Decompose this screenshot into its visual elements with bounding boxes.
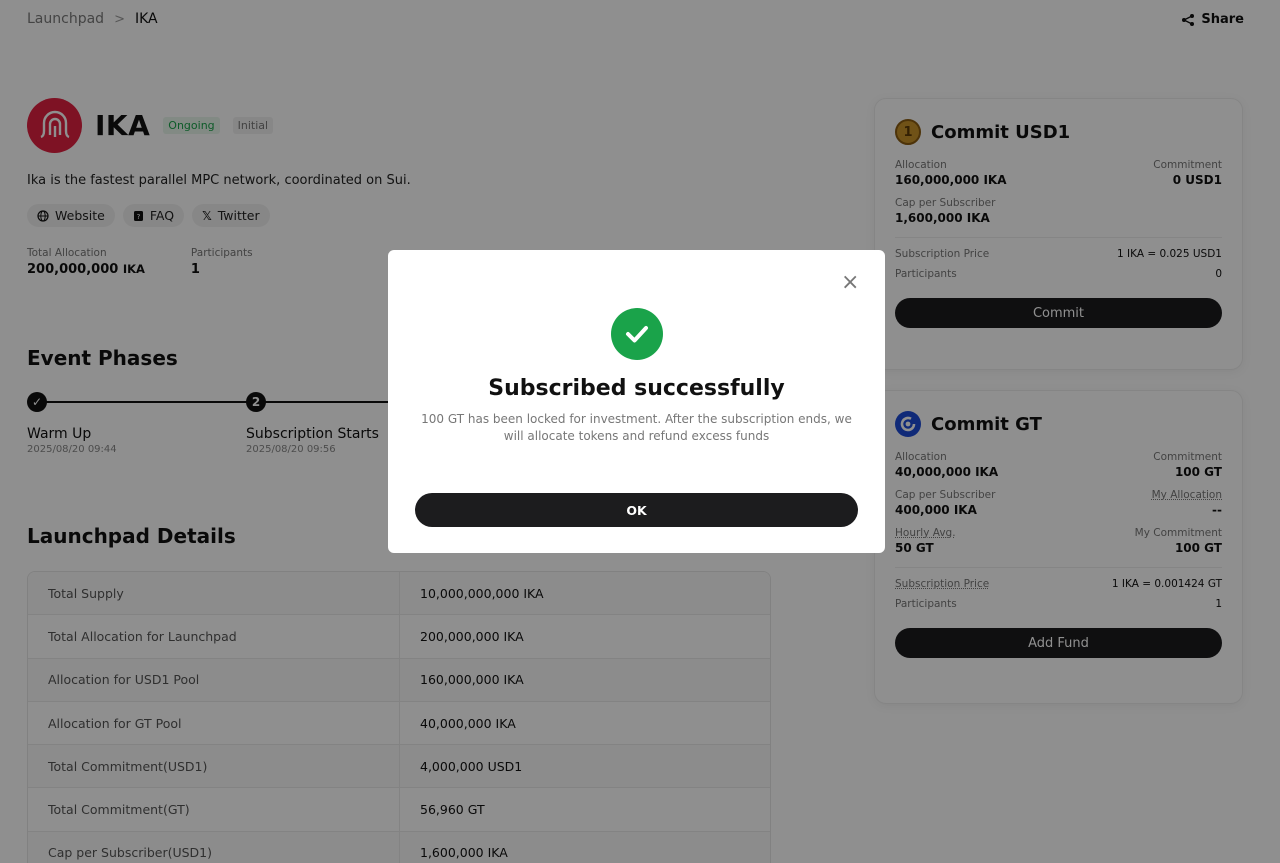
success-check-icon [611,308,663,360]
modal-title: Subscribed successfully [388,376,885,401]
ok-button[interactable]: OK [415,493,858,527]
close-icon[interactable]: × [841,274,859,292]
modal-message: 100 GT has been locked for investment. A… [416,411,857,445]
success-modal: × Subscribed successfully 100 GT has bee… [388,250,885,553]
